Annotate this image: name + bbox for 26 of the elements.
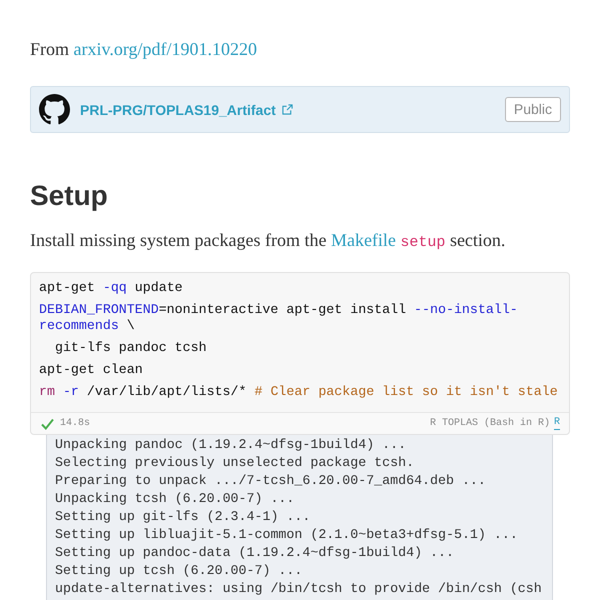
output-line: Selecting previously unselected package tcsh. xyxy=(55,454,416,472)
output-line: Unpacking pandoc (1.19.2.4~dfsg-1build4) ... xyxy=(55,436,408,454)
output-line: Setting up tcsh (6.20.00-7) ... xyxy=(55,562,304,580)
code-line: DEBIAN_FRONTEND=noninteractive apt-get install --no-install-recommends \ xyxy=(39,302,519,334)
code-line: rm -r /var/lib/apt/lists/* # Clear package list so it isn't stale xyxy=(39,384,559,400)
section-heading: Setup xyxy=(30,179,109,213)
intro-text: Install missing system packages from the Makefile setup section. xyxy=(30,229,506,253)
code-line: apt-get -qq update xyxy=(39,280,184,296)
external-link-icon[interactable] xyxy=(282,104,293,115)
output-line: Setting up pandoc-data (1.19.2.4~dfsg-1build4) ... xyxy=(55,544,455,562)
output-line: Unpacking tcsh (6.20.00-7) ... xyxy=(55,490,296,508)
language-link[interactable]: R xyxy=(554,417,560,430)
github-logo-icon xyxy=(39,94,70,125)
code-line: apt-get clean xyxy=(39,362,144,378)
source-text: From arxiv.org/pdf/1901.10220 xyxy=(30,38,258,61)
code-line: git-lfs pandoc tcsh xyxy=(54,340,208,356)
output-line: update-alternatives: using /bin/tcsh to provide /bin/csh (csh xyxy=(55,580,543,598)
kernel-label: R TOPLAS (Bash in R) xyxy=(430,418,550,429)
output-line: Setting up libluajit-5.1-common (2.1.0~beta3+dfsg-5.1) ... xyxy=(55,526,519,544)
makefile-link[interactable]: Makefile xyxy=(330,230,396,250)
source-link[interactable]: arxiv.org/pdf/1901.10220 xyxy=(74,39,257,59)
visibility-badge: Public xyxy=(504,97,561,122)
duration-text: 14.8s xyxy=(60,418,90,429)
output-line: Setting up git-lfs (2.3.4-1) ... xyxy=(55,508,312,526)
output-line: Preparing to unpack .../7-tcsh_6.20.00-7_amd64.deb ... xyxy=(55,472,487,490)
repo-link[interactable]: PRL-PRG/TOPLAS19_Artifact xyxy=(80,102,276,118)
